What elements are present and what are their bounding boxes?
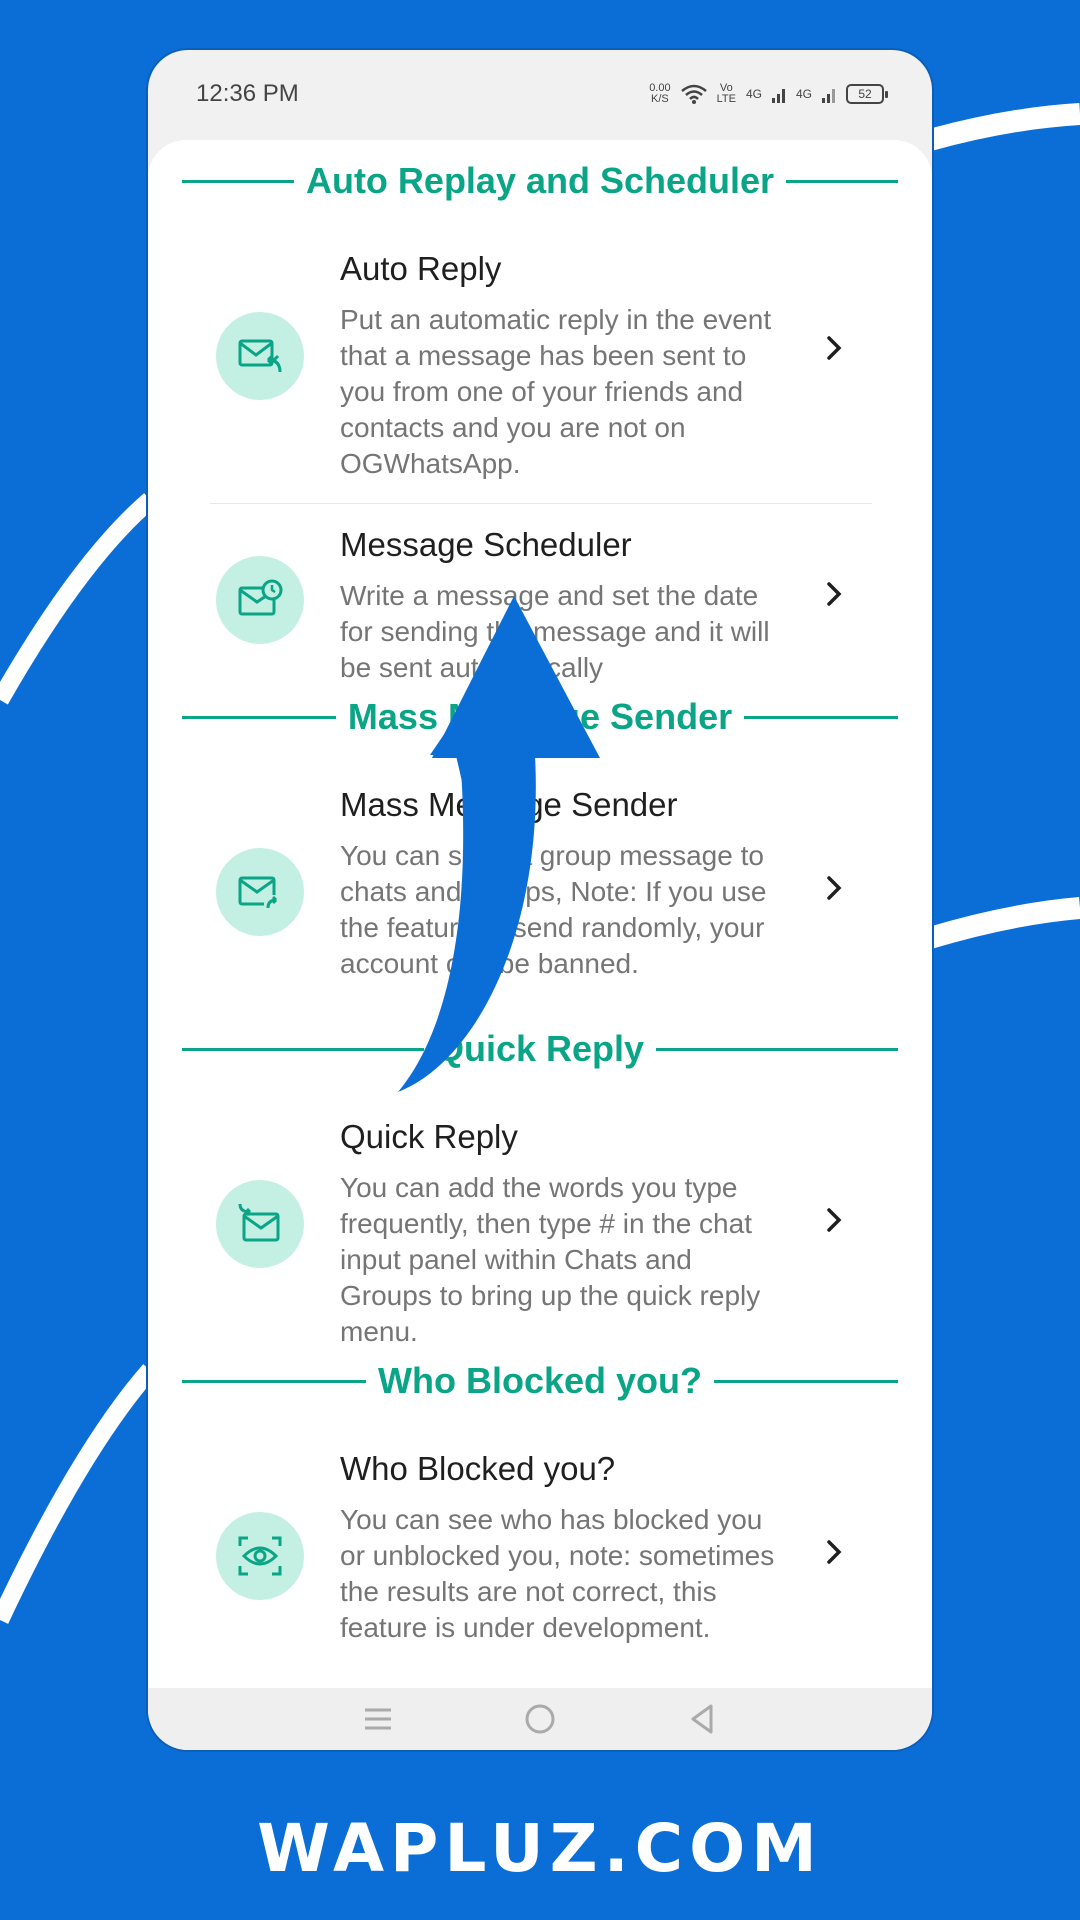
section-divider-line (714, 1379, 898, 1383)
section-title: Auto Replay and Scheduler (305, 160, 775, 201)
mail-forward-icon (216, 848, 304, 936)
chevron-right-icon (820, 1206, 848, 1234)
item-title: Who Blocked you? (340, 1450, 616, 1487)
section-title: Mass Message Sender (347, 696, 733, 737)
section-header: Quick Reply (182, 1028, 899, 1070)
watermark-text: WAPLUZ.COM (257, 1810, 823, 1887)
chevron-right-icon (820, 334, 848, 362)
section-divider-line (182, 1379, 366, 1383)
section-divider-line (744, 715, 898, 719)
item-title: Mass Message Sender (340, 786, 678, 823)
section-header: Who Blocked you? (182, 1360, 898, 1402)
status-icons: 0.00 K/S Vo LTE 4G 4G 52 (649, 83, 888, 105)
signal-icon-sim1 (771, 89, 785, 103)
item-title: Auto Reply (340, 250, 502, 287)
item-description: Write a message and set the date for sen… (340, 580, 770, 683)
battery-icon: 52 (846, 84, 888, 104)
network-speed-unit: K/S (651, 93, 669, 105)
mail-clock-icon (216, 556, 304, 644)
chevron-right-icon (820, 874, 848, 902)
item-divider (210, 503, 872, 504)
chevron-right-icon (820, 1538, 848, 1566)
list-item-quick-reply[interactable]: Quick Reply You can add the words you ty… (148, 1118, 932, 1348)
section-title: Quick Reply (435, 1028, 645, 1069)
item-title: Quick Reply (340, 1118, 518, 1155)
sim2-network: 4G (795, 87, 812, 101)
item-title: Message Scheduler (340, 526, 632, 563)
item-description: You can see who has blocked you or unblo… (340, 1504, 775, 1643)
phone-screen: 12:36 PM 0.00 K/S Vo LTE 4G 4G 52 Auto R… (148, 50, 932, 1750)
section-divider-line (656, 1047, 899, 1051)
status-bar: 12:36 PM 0.00 K/S Vo LTE 4G 4G 52 (148, 50, 932, 138)
wifi-icon (680, 84, 707, 104)
signal-icon-sim2 (822, 89, 835, 103)
item-description: You can add the words you type frequentl… (340, 1172, 761, 1347)
eye-scan-icon (216, 1512, 304, 1600)
volte-indicator: Vo LTE (717, 83, 736, 105)
section-header: Mass Message Sender (182, 696, 898, 738)
battery-level: 52 (858, 87, 872, 101)
network-speed: 0.00 K/S (649, 83, 670, 105)
status-time: 12:36 PM (196, 80, 299, 107)
mail-reply-icon (216, 312, 304, 400)
chevron-right-icon (820, 580, 848, 608)
back-icon[interactable] (687, 1703, 717, 1735)
section-divider-line (786, 179, 898, 183)
navigation-bar (148, 1688, 932, 1750)
section-divider-line (182, 1047, 424, 1051)
mail-quick-icon (216, 1180, 304, 1268)
sim1-network: 4G (745, 87, 762, 101)
list-item-who-blocked-you[interactable]: Who Blocked you? You can see who has blo… (148, 1450, 932, 1680)
section-divider-line (182, 179, 294, 183)
list-item-message-scheduler[interactable]: Message Scheduler Write a message and se… (148, 526, 932, 686)
item-description: Put an automatic reply in the event that… (340, 304, 772, 479)
menu-icon[interactable] (363, 1704, 393, 1734)
section-title: Who Blocked you? (378, 1360, 702, 1401)
list-item-auto-reply[interactable]: Auto Reply Put an automatic reply in the… (148, 250, 932, 480)
home-icon[interactable] (524, 1703, 556, 1735)
volte-sub-label: LTE (716, 93, 736, 105)
item-description: You can send a group message to chats an… (340, 840, 767, 979)
section-divider-line (182, 715, 336, 719)
section-header: Auto Replay and Scheduler (182, 160, 898, 202)
list-item-mass-message-sender[interactable]: Mass Message Sender You can send a group… (148, 786, 932, 1016)
settings-list: Auto Replay and Scheduler Auto Reply Put… (148, 140, 932, 1688)
